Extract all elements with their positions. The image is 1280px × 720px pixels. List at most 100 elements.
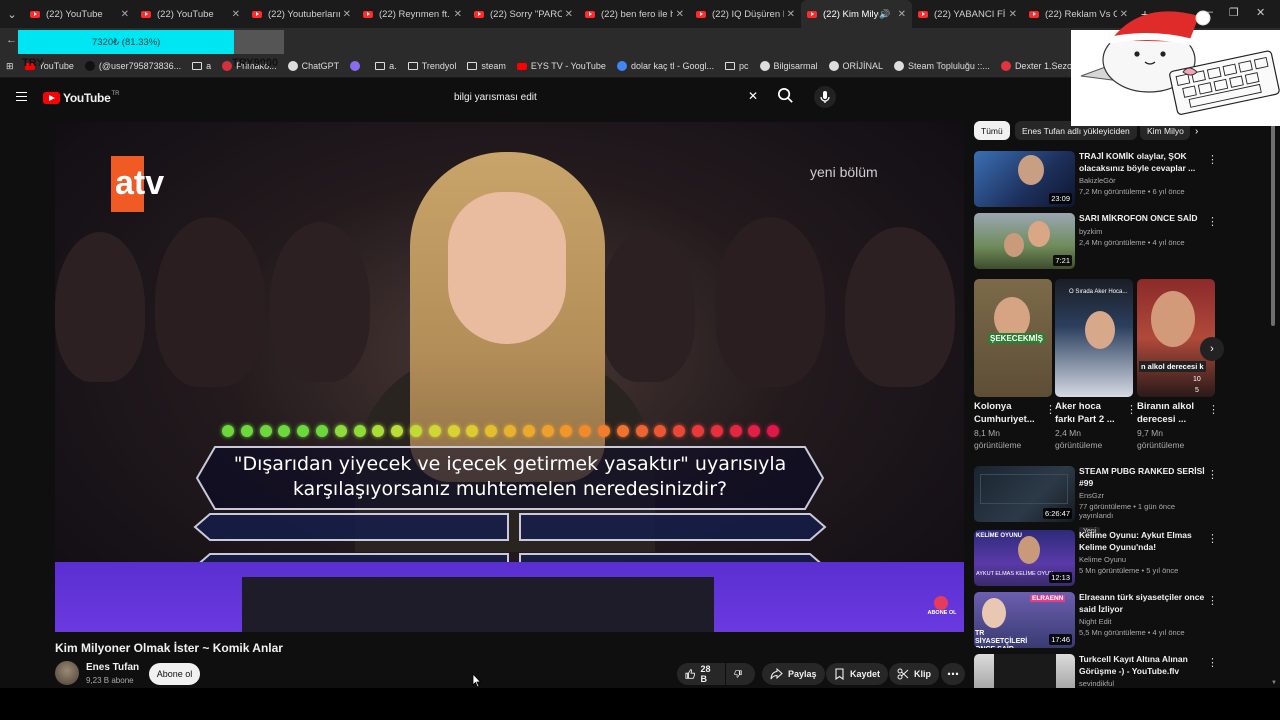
close-tab-icon[interactable]: ✕ bbox=[1009, 9, 1017, 20]
recommendation-title[interactable]: Kelime Oyunu: Aykut Elmas Kelime Oyunu'n… bbox=[1079, 530, 1207, 553]
youtube-logo[interactable]: YouTube TR bbox=[43, 91, 119, 105]
recommendation-title[interactable]: Elraeann türk siyasetçiler once said İzl… bbox=[1079, 592, 1207, 615]
bookmark-item[interactable]: steam bbox=[467, 61, 506, 71]
hamburger-menu-icon[interactable] bbox=[16, 92, 27, 101]
share-button[interactable]: Paylaş bbox=[762, 663, 825, 685]
close-tab-icon[interactable]: ✕ bbox=[565, 9, 573, 20]
browser-tab[interactable]: (22) YouTube ✕ bbox=[135, 0, 246, 28]
recommendation-channel[interactable]: EnsGzr bbox=[1079, 491, 1207, 500]
chips-next-icon[interactable]: › bbox=[1195, 126, 1198, 137]
speaker-icon[interactable]: 🔊 bbox=[879, 9, 890, 20]
browser-tab[interactable]: (22) YouTube ✕ bbox=[24, 0, 135, 28]
close-tab-icon[interactable]: ✕ bbox=[787, 9, 795, 20]
voice-search-button[interactable] bbox=[814, 86, 836, 108]
browser-tab[interactable]: (22) YABANCI FİLM✕ bbox=[912, 0, 1023, 28]
more-actions-button[interactable]: ⋯ bbox=[941, 663, 965, 685]
browser-tab[interactable]: (22) Youtuberların ✕ bbox=[246, 0, 357, 28]
scroll-down-icon[interactable]: ▼ bbox=[1271, 680, 1277, 686]
bookmark-item[interactable]: pc bbox=[725, 61, 749, 71]
more-vert-icon[interactable]: ⋮ bbox=[1126, 403, 1137, 416]
more-vert-icon[interactable]: ⋮ bbox=[1207, 656, 1214, 669]
recommendation-channel[interactable]: byzkim bbox=[1079, 227, 1207, 236]
apps-grid-icon[interactable]: ⊞ bbox=[6, 61, 14, 72]
bookmark-item[interactable]: a bbox=[192, 61, 211, 71]
bookmark-item[interactable]: (@user795873836... bbox=[84, 61, 181, 71]
recommendation-thumbnail[interactable] bbox=[974, 654, 1075, 688]
like-button[interactable]: 28 B bbox=[677, 663, 725, 685]
bookmark-item[interactable] bbox=[350, 61, 364, 71]
recommendation-title[interactable]: SARI MİKROFON ONCE SAİD bbox=[1079, 213, 1207, 225]
close-tab-icon[interactable]: ✕ bbox=[121, 9, 129, 20]
recommendation-title[interactable]: Turkcell Kayıt Altına Alınan Görüşme -) … bbox=[1079, 654, 1207, 677]
dislike-button[interactable] bbox=[726, 663, 755, 685]
bookmark-item[interactable]: a. bbox=[375, 61, 397, 71]
shorts-next-button[interactable]: › bbox=[1200, 337, 1224, 361]
recommendation-thumbnail[interactable]: ELRAENN TR SİYASETÇİLERİ ONCE SAİD 17:46 bbox=[974, 592, 1075, 648]
short-title[interactable]: Kolonya Cumhuriyet... bbox=[974, 401, 1040, 426]
clip-button[interactable]: Klip bbox=[889, 663, 939, 685]
browser-tab[interactable]: (22) Sorry "PARODİ✕ bbox=[468, 0, 579, 28]
browser-tab[interactable]: (22) Kim Milyo 🔊 ✕ bbox=[801, 0, 912, 28]
close-tab-icon[interactable]: ✕ bbox=[232, 9, 240, 20]
clear-search-icon[interactable]: ✕ bbox=[748, 89, 758, 103]
recommendation-thumbnail[interactable]: KELİME OYUNU AYKUT ELMAS KELİME OYUN 12:… bbox=[974, 530, 1075, 586]
more-vert-icon[interactable]: ⋮ bbox=[1207, 594, 1218, 607]
channel-avatar[interactable] bbox=[55, 661, 79, 685]
short-thumbnail[interactable]: ŞEKECEKMİŞ bbox=[974, 279, 1052, 397]
short-item[interactable]: n alkol derecesi k 10 5 Biranın alkol de… bbox=[1137, 279, 1219, 451]
recommendation-item[interactable]: 23:09 TRAJİ KOMİK olaylar, ŞOK olacaksın… bbox=[974, 151, 1218, 207]
browser-tab[interactable]: (22) Reynmen ft. V✕ bbox=[357, 0, 468, 28]
more-vert-icon[interactable]: ⋮ bbox=[1207, 468, 1218, 481]
short-thumbnail[interactable]: O Sırada Aker Hoca... bbox=[1055, 279, 1133, 397]
bookmark-item[interactable]: Trendyol bbox=[407, 61, 456, 71]
channel-name[interactable]: Enes Tufan bbox=[86, 662, 139, 673]
recommendation-title[interactable]: TRAJİ KOMİK olaylar, ŞOK olacaksınız böy… bbox=[1079, 151, 1207, 174]
bookmark-item[interactable]: ChatGPT bbox=[287, 61, 339, 71]
bookmark-item[interactable]: EYS TV - YouTube bbox=[516, 61, 606, 71]
close-tab-icon[interactable]: ✕ bbox=[343, 9, 351, 20]
save-button[interactable]: Kaydet bbox=[826, 663, 889, 685]
recommendation-item[interactable]: ELRAENN TR SİYASETÇİLERİ ONCE SAİD 17:46… bbox=[974, 592, 1218, 648]
close-tab-icon[interactable]: ✕ bbox=[898, 9, 906, 20]
page-scrollbar[interactable] bbox=[1270, 116, 1276, 688]
subscribe-button[interactable]: Abone ol bbox=[149, 663, 200, 685]
bookmark-item[interactable]: dolar kaç tl - Googl... bbox=[616, 61, 714, 71]
short-item[interactable]: ŞEKECEKMİŞ Kolonya Cumhuriyet... 8,1 Mn … bbox=[974, 279, 1056, 451]
video-player[interactable]: atv yeni bölüm "Dışarıdan yiyecek ve içe… bbox=[55, 122, 964, 632]
recommendation-thumbnail[interactable]: 23:09 bbox=[974, 151, 1075, 207]
short-item[interactable]: O Sırada Aker Hoca... Aker hoca farkı Pa… bbox=[1055, 279, 1137, 451]
bookmark-item[interactable]: Dexter 1.Sezon bbox=[1000, 61, 1077, 71]
tab-search-chevron-icon[interactable]: ⌄ bbox=[0, 0, 24, 28]
short-thumbnail[interactable]: n alkol derecesi k 10 5 bbox=[1137, 279, 1215, 397]
back-arrow-icon[interactable]: ← bbox=[6, 34, 17, 46]
search-icon[interactable] bbox=[776, 86, 795, 105]
recommendation-channel[interactable]: sevindikful bbox=[1079, 679, 1207, 688]
recommendation-item[interactable]: Turkcell Kayıt Altına Alınan Görüşme -) … bbox=[974, 654, 1214, 688]
search-input[interactable]: bilgi yarısması edit bbox=[444, 86, 770, 108]
short-title[interactable]: Biranın alkol derecesi ... bbox=[1137, 401, 1203, 426]
bookmark-item[interactable]: Bilgisarmal bbox=[759, 61, 818, 71]
more-vert-icon[interactable]: ⋮ bbox=[1207, 153, 1218, 166]
bookmark-item[interactable]: ORİJİNAL bbox=[828, 61, 883, 71]
more-vert-icon[interactable]: ⋮ bbox=[1207, 532, 1218, 545]
short-title[interactable]: Aker hoca farkı Part 2 ... bbox=[1055, 401, 1121, 426]
browser-tab[interactable]: (22) IQ Düşüren B ✕ bbox=[690, 0, 801, 28]
bookmark-item[interactable]: Steam Topluluğu ::... bbox=[894, 61, 990, 71]
recommendation-thumbnail[interactable]: 6:26:47 bbox=[974, 466, 1075, 522]
browser-tab[interactable]: (22) ben fero ile h ✕ bbox=[579, 0, 690, 28]
recommendation-item[interactable]: 6:26:47 STEAM PUBG RANKED SERİSİ #99 Ens… bbox=[974, 466, 1218, 536]
more-vert-icon[interactable]: ⋮ bbox=[1207, 215, 1218, 228]
recommendation-channel[interactable]: Night Edit bbox=[1079, 617, 1207, 626]
close-tab-icon[interactable]: ✕ bbox=[676, 9, 684, 20]
chip-all[interactable]: Tümü bbox=[974, 121, 1010, 140]
more-vert-icon[interactable]: ⋮ bbox=[1208, 403, 1219, 416]
recommendation-title[interactable]: STEAM PUBG RANKED SERİSİ #99 bbox=[1079, 466, 1207, 489]
close-tab-icon[interactable]: ✕ bbox=[454, 9, 462, 20]
thumbs-down-icon bbox=[734, 670, 742, 678]
recommendation-item[interactable]: 7:21 SARI MİKROFON ONCE SAİD byzkim 2,4 … bbox=[974, 213, 1218, 269]
recommendation-channel[interactable]: Kelime Oyunu bbox=[1079, 555, 1207, 564]
scrollbar-thumb[interactable] bbox=[1271, 120, 1275, 326]
recommendation-channel[interactable]: BakizleGör bbox=[1079, 176, 1207, 185]
recommendation-thumbnail[interactable]: 7:21 bbox=[974, 213, 1075, 269]
recommendation-item[interactable]: KELİME OYUNU AYKUT ELMAS KELİME OYUN 12:… bbox=[974, 530, 1218, 586]
